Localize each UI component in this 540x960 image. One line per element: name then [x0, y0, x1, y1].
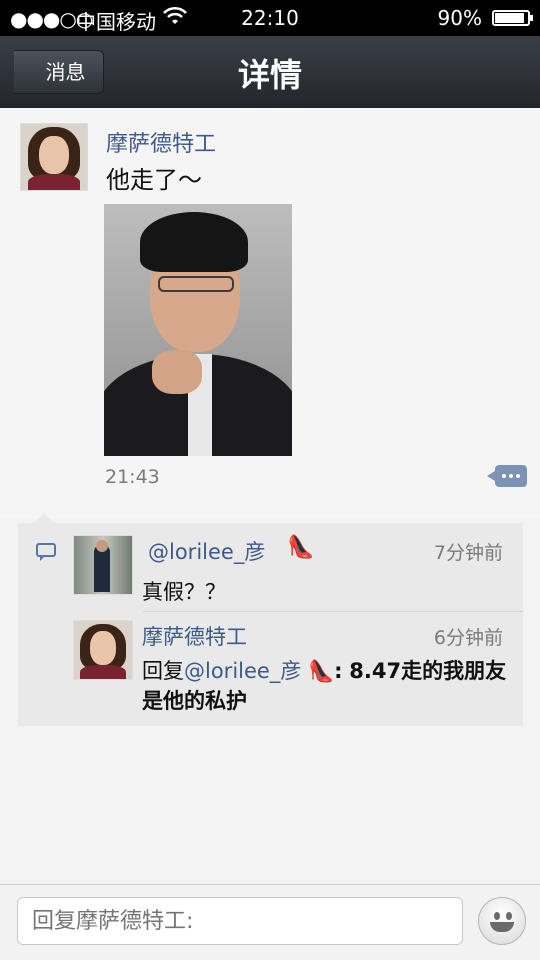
comment-item[interactable]: @lorilee_彦 👠 7分钟前 真假？？ [73, 535, 518, 605]
reply-mention[interactable]: @lorilee_彦 [184, 659, 301, 683]
comment-time: 7分钟前 [433, 542, 503, 564]
navigation-bar: 消息 详情 [0, 36, 540, 109]
commenter-avatar[interactable] [73, 535, 133, 595]
reply-bar [0, 884, 540, 960]
post: 摩萨德特工 他走了～ 21:43 [0, 108, 540, 518]
reply-prefix: 回复 [142, 659, 184, 683]
comment-divider [143, 611, 523, 612]
comment-item[interactable]: 摩萨德特工 6分钟前 回复@lorilee_彦 👠: 8.47走的我朋友是他的私… [73, 620, 518, 720]
comment-action-icon[interactable] [487, 465, 527, 487]
comment-bubble-icon [36, 543, 56, 561]
back-button-label: 消息 [45, 60, 86, 84]
post-timestamp: 21:43 [105, 466, 160, 488]
post-author-name[interactable]: 摩萨德特工 [106, 126, 216, 158]
comments-panel: @lorilee_彦 👠 7分钟前 真假？？ 摩萨德特工 6分钟前 回复@lor… [18, 513, 523, 726]
high-heel-icon: 👠 [308, 659, 335, 683]
commenter-name[interactable]: 摩萨德特工 [142, 621, 247, 651]
comment-text: 真假？？ [142, 580, 226, 604]
author-avatar[interactable] [20, 123, 88, 191]
commenter-name[interactable]: @lorilee_彦 [148, 536, 265, 566]
reply-input[interactable] [17, 897, 463, 945]
emoji-button[interactable] [478, 897, 526, 945]
battery-percent: 90% [437, 6, 482, 30]
high-heel-icon: 👠 [287, 535, 315, 560]
commenter-avatar[interactable] [73, 620, 133, 680]
battery-icon [492, 10, 533, 26]
status-bar: ●●●○○ 中国移动 22:10 90% [0, 0, 540, 36]
comment-text: 回复@lorilee_彦 👠: 8.47走的我朋友是他的私护 [142, 656, 522, 716]
comment-time: 6分钟前 [433, 627, 503, 649]
post-text: 他走了～ [106, 166, 202, 194]
reply-colon: : [334, 659, 343, 683]
post-photo[interactable] [104, 204, 292, 456]
smiley-icon [494, 912, 500, 920]
